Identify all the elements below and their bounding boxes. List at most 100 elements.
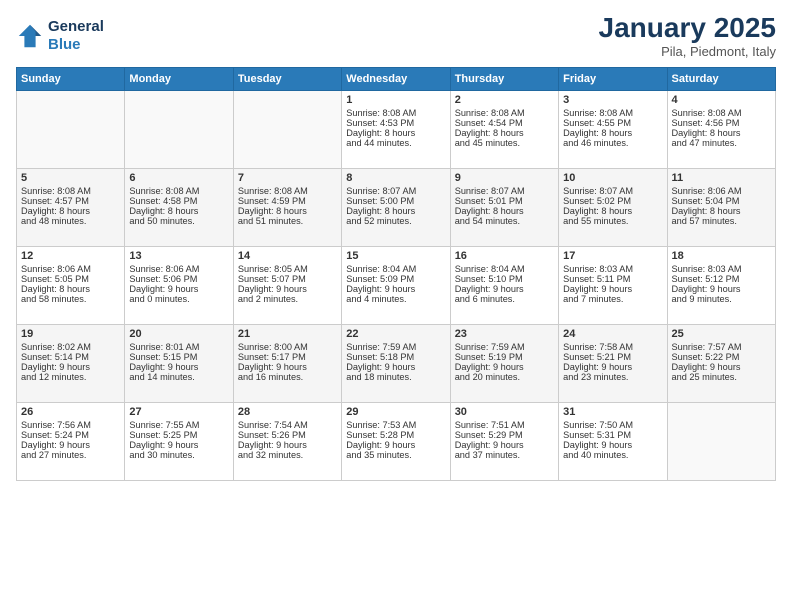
day-number: 7 <box>238 172 337 184</box>
day-number: 30 <box>455 406 554 418</box>
calendar-cell: 20Sunrise: 8:01 AMSunset: 5:15 PMDayligh… <box>125 325 233 403</box>
day-info: Sunset: 5:05 PM <box>21 274 120 284</box>
day-info: Sunrise: 7:54 AM <box>238 420 337 430</box>
calendar-cell: 12Sunrise: 8:06 AMSunset: 5:05 PMDayligh… <box>17 247 125 325</box>
day-info: Daylight: 9 hours <box>672 284 771 294</box>
day-info: Daylight: 9 hours <box>238 440 337 450</box>
calendar-cell: 25Sunrise: 7:57 AMSunset: 5:22 PMDayligh… <box>667 325 775 403</box>
day-info: Sunrise: 8:08 AM <box>672 108 771 118</box>
calendar-cell: 17Sunrise: 8:03 AMSunset: 5:11 PMDayligh… <box>559 247 667 325</box>
day-info: and 44 minutes. <box>346 138 445 148</box>
header: General Blue January 2025 Pila, Piedmont… <box>16 12 776 59</box>
day-info: Sunset: 4:58 PM <box>129 196 228 206</box>
day-info: Sunset: 5:01 PM <box>455 196 554 206</box>
day-info: Sunset: 5:28 PM <box>346 430 445 440</box>
day-number: 16 <box>455 250 554 262</box>
logo: General Blue <box>16 18 104 54</box>
day-info: and 20 minutes. <box>455 372 554 382</box>
calendar-cell: 5Sunrise: 8:08 AMSunset: 4:57 PMDaylight… <box>17 169 125 247</box>
day-info: Sunrise: 8:08 AM <box>21 186 120 196</box>
day-info: Sunset: 4:54 PM <box>455 118 554 128</box>
calendar-cell: 4Sunrise: 8:08 AMSunset: 4:56 PMDaylight… <box>667 91 775 169</box>
day-info: Sunrise: 8:02 AM <box>21 342 120 352</box>
location: Pila, Piedmont, Italy <box>599 44 776 59</box>
month-title: January 2025 <box>599 12 776 44</box>
day-info: and 51 minutes. <box>238 216 337 226</box>
day-info: Sunrise: 7:51 AM <box>455 420 554 430</box>
day-info: Daylight: 9 hours <box>129 284 228 294</box>
day-info: Sunrise: 8:04 AM <box>346 264 445 274</box>
calendar-week-row: 19Sunrise: 8:02 AMSunset: 5:14 PMDayligh… <box>17 325 776 403</box>
calendar-cell: 27Sunrise: 7:55 AMSunset: 5:25 PMDayligh… <box>125 403 233 481</box>
weekday-header: Tuesday <box>233 68 341 91</box>
day-info: Daylight: 9 hours <box>238 362 337 372</box>
calendar-cell: 26Sunrise: 7:56 AMSunset: 5:24 PMDayligh… <box>17 403 125 481</box>
calendar-cell: 22Sunrise: 7:59 AMSunset: 5:18 PMDayligh… <box>342 325 450 403</box>
day-info: Daylight: 9 hours <box>455 362 554 372</box>
calendar-cell <box>125 91 233 169</box>
day-info: Sunset: 5:25 PM <box>129 430 228 440</box>
day-info: Sunset: 5:21 PM <box>563 352 662 362</box>
day-info: Sunset: 5:00 PM <box>346 196 445 206</box>
calendar-cell <box>17 91 125 169</box>
weekday-header: Saturday <box>667 68 775 91</box>
day-number: 28 <box>238 406 337 418</box>
calendar-cell: 18Sunrise: 8:03 AMSunset: 5:12 PMDayligh… <box>667 247 775 325</box>
day-number: 6 <box>129 172 228 184</box>
day-info: and 23 minutes. <box>563 372 662 382</box>
day-number: 8 <box>346 172 445 184</box>
calendar-cell: 10Sunrise: 8:07 AMSunset: 5:02 PMDayligh… <box>559 169 667 247</box>
day-info: Sunrise: 7:57 AM <box>672 342 771 352</box>
calendar-cell: 11Sunrise: 8:06 AMSunset: 5:04 PMDayligh… <box>667 169 775 247</box>
day-info: Daylight: 9 hours <box>346 362 445 372</box>
day-info: Sunset: 5:06 PM <box>129 274 228 284</box>
day-info: and 9 minutes. <box>672 294 771 304</box>
day-info: Daylight: 9 hours <box>238 284 337 294</box>
calendar-cell: 21Sunrise: 8:00 AMSunset: 5:17 PMDayligh… <box>233 325 341 403</box>
day-info: and 27 minutes. <box>21 450 120 460</box>
day-number: 13 <box>129 250 228 262</box>
day-info: Sunset: 5:04 PM <box>672 196 771 206</box>
day-number: 24 <box>563 328 662 340</box>
day-number: 18 <box>672 250 771 262</box>
weekday-header: Friday <box>559 68 667 91</box>
day-number: 9 <box>455 172 554 184</box>
day-info: Sunrise: 8:05 AM <box>238 264 337 274</box>
day-info: Sunrise: 8:08 AM <box>455 108 554 118</box>
calendar-week-row: 12Sunrise: 8:06 AMSunset: 5:05 PMDayligh… <box>17 247 776 325</box>
day-info: Daylight: 8 hours <box>21 206 120 216</box>
day-info: Sunset: 5:10 PM <box>455 274 554 284</box>
day-info: and 45 minutes. <box>455 138 554 148</box>
day-info: Sunset: 5:02 PM <box>563 196 662 206</box>
day-info: Daylight: 9 hours <box>21 362 120 372</box>
day-number: 22 <box>346 328 445 340</box>
day-info: and 2 minutes. <box>238 294 337 304</box>
day-info: Daylight: 9 hours <box>455 284 554 294</box>
day-number: 4 <box>672 94 771 106</box>
day-info: Daylight: 9 hours <box>455 440 554 450</box>
calendar-week-row: 5Sunrise: 8:08 AMSunset: 4:57 PMDaylight… <box>17 169 776 247</box>
calendar-cell: 16Sunrise: 8:04 AMSunset: 5:10 PMDayligh… <box>450 247 558 325</box>
day-info: Sunrise: 8:07 AM <box>563 186 662 196</box>
weekday-header: Sunday <box>17 68 125 91</box>
day-info: Sunrise: 7:59 AM <box>346 342 445 352</box>
calendar-page: General Blue January 2025 Pila, Piedmont… <box>0 0 792 612</box>
calendar-cell: 23Sunrise: 7:59 AMSunset: 5:19 PMDayligh… <box>450 325 558 403</box>
day-info: and 52 minutes. <box>346 216 445 226</box>
day-info: Daylight: 8 hours <box>238 206 337 216</box>
day-number: 20 <box>129 328 228 340</box>
calendar-cell: 9Sunrise: 8:07 AMSunset: 5:01 PMDaylight… <box>450 169 558 247</box>
title-area: January 2025 Pila, Piedmont, Italy <box>599 12 776 59</box>
calendar-cell: 7Sunrise: 8:08 AMSunset: 4:59 PMDaylight… <box>233 169 341 247</box>
calendar-cell <box>667 403 775 481</box>
day-info: Sunset: 5:14 PM <box>21 352 120 362</box>
day-info: Sunset: 5:31 PM <box>563 430 662 440</box>
day-info: Sunrise: 8:07 AM <box>455 186 554 196</box>
calendar-cell: 2Sunrise: 8:08 AMSunset: 4:54 PMDaylight… <box>450 91 558 169</box>
day-info: Sunrise: 7:55 AM <box>129 420 228 430</box>
day-info: Sunset: 5:07 PM <box>238 274 337 284</box>
logo-text: General Blue <box>48 18 104 54</box>
day-info: Daylight: 9 hours <box>346 284 445 294</box>
day-info: Sunset: 4:56 PM <box>672 118 771 128</box>
calendar-cell: 13Sunrise: 8:06 AMSunset: 5:06 PMDayligh… <box>125 247 233 325</box>
